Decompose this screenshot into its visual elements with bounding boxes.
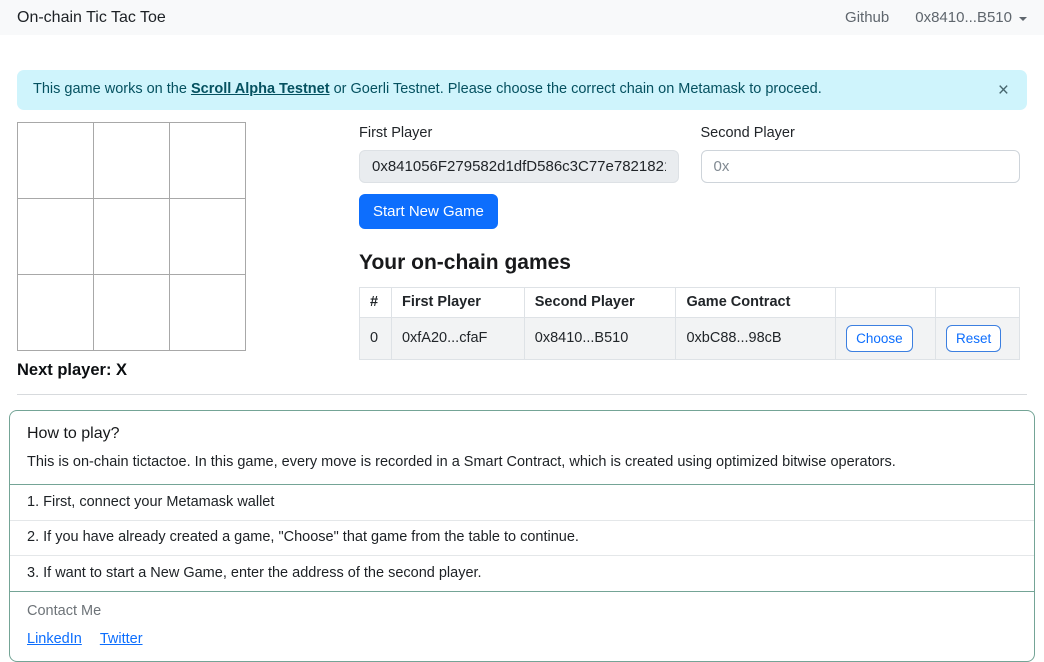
board-cell[interactable]: [93, 122, 170, 199]
games-heading: Your on-chain games: [359, 250, 1020, 275]
table-row: 0 0xfA20...cfaF 0x8410...B510 0xbC88...9…: [360, 317, 1020, 359]
navbar-right: Github 0x8410...B510: [845, 9, 1027, 27]
game-first-player: 0xfA20...cfaF: [391, 317, 524, 359]
first-player-label: First Player: [359, 125, 679, 142]
alert-text-after: or Goerli Testnet. Please choose the cor…: [330, 81, 822, 97]
account-address: 0x8410...B510: [915, 9, 1012, 27]
reset-game-button[interactable]: Reset: [946, 325, 1001, 352]
app-title: On-chain Tic Tac Toe: [17, 8, 166, 27]
board-column: Next player: X: [17, 123, 359, 381]
board-row: [17, 275, 359, 351]
chevron-down-icon: [1019, 17, 1027, 21]
board-row: [17, 123, 359, 199]
first-player-input: [359, 150, 679, 183]
navbar: On-chain Tic Tac Toe Github 0x8410...B51…: [0, 0, 1044, 35]
game-panel: First Player Second Player Start New Gam…: [359, 123, 1020, 381]
list-item: 1. First, connect your Metamask wallet: [10, 485, 1034, 519]
board-cell[interactable]: [17, 198, 94, 275]
main-content: Next player: X First Player Second Playe…: [17, 123, 1027, 381]
board-cell[interactable]: [169, 198, 246, 275]
divider: [17, 394, 1027, 395]
chain-alert: This game works on the Scroll Alpha Test…: [17, 70, 1027, 110]
next-player-status: Next player: X: [17, 361, 359, 381]
board-cell[interactable]: [17, 274, 94, 351]
game-second-player: 0x8410...B510: [524, 317, 676, 359]
alert-text-before: This game works on the: [33, 81, 191, 97]
col-first-player: First Player: [391, 287, 524, 317]
second-player-label: Second Player: [701, 125, 1021, 142]
second-player-input[interactable]: [701, 150, 1021, 183]
col-second-player: Second Player: [524, 287, 676, 317]
steps-list: 1. First, connect your Metamask wallet 2…: [10, 484, 1034, 591]
games-table-header: # First Player Second Player Game Contra…: [360, 287, 1020, 317]
new-game-form: First Player Second Player: [359, 123, 1020, 183]
col-choose: [836, 287, 936, 317]
choose-game-button[interactable]: Choose: [846, 325, 913, 352]
contact-section: Contact Me LinkedIn Twitter: [10, 592, 1034, 662]
col-game-contract: Game Contract: [676, 287, 836, 317]
how-to-play-card: How to play? This is on-chain tictactoe.…: [9, 410, 1035, 662]
games-table: # First Player Second Player Game Contra…: [359, 287, 1020, 360]
board-cell[interactable]: [93, 274, 170, 351]
col-index: #: [360, 287, 392, 317]
contact-label: Contact Me: [27, 603, 1017, 620]
tictactoe-board: [17, 123, 359, 351]
close-icon[interactable]: ×: [996, 81, 1011, 100]
first-player-group: First Player: [359, 123, 679, 183]
github-link[interactable]: Github: [845, 9, 889, 27]
game-contract: 0xbC88...98cB: [676, 317, 836, 359]
list-item: 2. If you have already created a game, "…: [10, 520, 1034, 555]
second-player-group: Second Player: [701, 123, 1021, 183]
how-to-play-title: How to play?: [27, 424, 1017, 443]
col-reset: [936, 287, 1020, 317]
alert-text: This game works on the Scroll Alpha Test…: [33, 81, 822, 98]
card-body: How to play? This is on-chain tictactoe.…: [10, 411, 1034, 485]
board-cell[interactable]: [169, 274, 246, 351]
board-row: [17, 199, 359, 275]
board-cell[interactable]: [169, 122, 246, 199]
scroll-testnet-link[interactable]: Scroll Alpha Testnet: [191, 81, 330, 97]
how-to-play-description: This is on-chain tictactoe. In this game…: [27, 454, 1017, 471]
board-cell[interactable]: [17, 122, 94, 199]
account-dropdown[interactable]: 0x8410...B510: [915, 9, 1027, 27]
board-cell[interactable]: [93, 198, 170, 275]
list-item: 3. If want to start a New Game, enter th…: [10, 555, 1034, 590]
game-index: 0: [360, 317, 392, 359]
start-new-game-button[interactable]: Start New Game: [359, 194, 498, 229]
